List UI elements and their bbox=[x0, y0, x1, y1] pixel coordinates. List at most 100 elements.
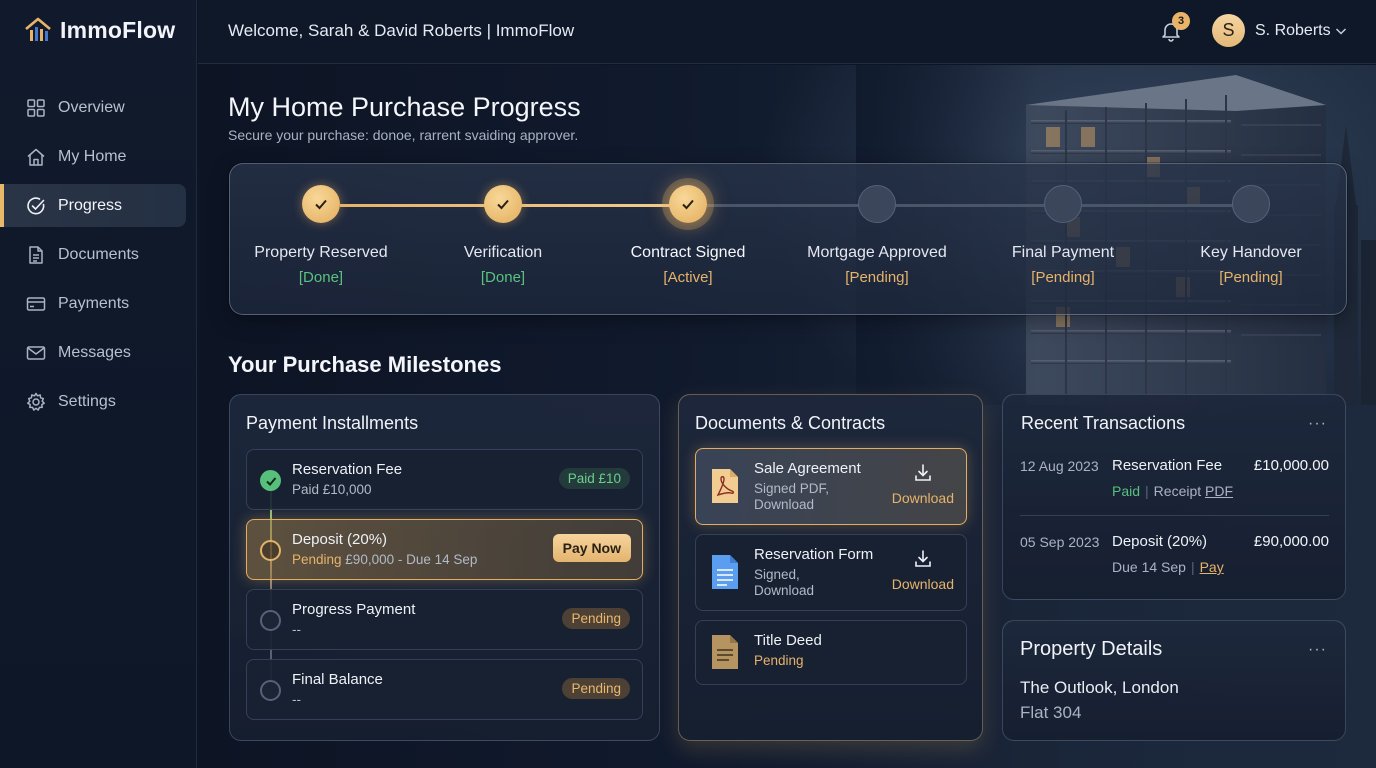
app-name: ImmoFlow bbox=[60, 16, 176, 43]
payment-detail: Pending £90,000 - Due 14 Sep bbox=[292, 552, 478, 567]
sidebar-item-label: Settings bbox=[58, 392, 116, 410]
sidebar-item-messages[interactable]: Messages bbox=[0, 331, 186, 374]
transaction-meta: Due 14 Sep | Pay bbox=[1112, 559, 1224, 575]
receipt-pdf-link[interactable]: PDF bbox=[1205, 483, 1233, 499]
gear-icon bbox=[27, 392, 45, 411]
user-name[interactable]: S. Roberts bbox=[1255, 22, 1331, 40]
sidebar-item-label: Documents bbox=[58, 245, 139, 263]
transaction-name: Reservation Fee bbox=[1112, 457, 1223, 474]
check-icon bbox=[265, 476, 276, 486]
pay-now-button[interactable]: Pay Now bbox=[552, 534, 631, 562]
payment-name: Deposit (20%) bbox=[292, 531, 388, 548]
page-title: My Home Purchase Progress bbox=[228, 92, 581, 122]
download-icon bbox=[915, 464, 931, 481]
sidebar: ImmoFlow Overview My Home Progress Docum… bbox=[0, 0, 197, 768]
download-button[interactable]: Download bbox=[892, 463, 954, 506]
step-connector-pending bbox=[688, 204, 1250, 207]
progress-stepper: Property Reserved [Done] Verification [D… bbox=[229, 163, 1347, 315]
step-status: [Done] bbox=[298, 269, 344, 286]
page-subtitle: Secure your purchase: donoe, rarrent sva… bbox=[228, 127, 579, 143]
check-icon bbox=[315, 199, 327, 210]
sidebar-item-progress[interactable]: Progress bbox=[0, 184, 186, 227]
step-dot bbox=[1044, 185, 1082, 223]
chevron-down-icon[interactable] bbox=[1334, 24, 1348, 38]
step-dot bbox=[302, 185, 340, 223]
step-label: Key Handover bbox=[1200, 244, 1302, 261]
welcome-text: Welcome, Sarah & David Roberts | ImmoFlo… bbox=[228, 21, 575, 40]
payment-detail: -- bbox=[292, 692, 301, 707]
payment-installments-card: Payment Installments Reservation Fee Pai… bbox=[229, 394, 660, 741]
document-row-reservation-form[interactable]: Reservation Form Signed, Download Downloa… bbox=[695, 534, 967, 611]
property-unit: Flat 304 bbox=[1020, 703, 1082, 722]
deed-file-icon bbox=[712, 635, 738, 669]
status-dot bbox=[260, 470, 281, 491]
sidebar-item-documents[interactable]: Documents bbox=[0, 233, 186, 276]
credit-card-icon bbox=[26, 296, 46, 311]
document-status: Pending bbox=[754, 653, 804, 668]
more-options-icon[interactable]: ··· bbox=[1308, 415, 1327, 433]
transaction-amount: £90,000.00 bbox=[1253, 533, 1329, 550]
text-file-icon bbox=[712, 555, 738, 589]
avatar[interactable]: S bbox=[1212, 14, 1245, 47]
payment-row-deposit[interactable]: Deposit (20%) Pending £90,000 - Due 14 S… bbox=[246, 519, 643, 580]
payment-name: Reservation Fee bbox=[292, 461, 403, 478]
step-label: Contract Signed bbox=[630, 244, 746, 261]
sidebar-item-label: Overview bbox=[58, 98, 125, 116]
payment-row-reservation-fee[interactable]: Reservation Fee Paid £10,000 Paid £10 bbox=[246, 449, 643, 510]
sidebar-item-my-home[interactable]: My Home bbox=[0, 135, 186, 178]
card-title: Payment Installments bbox=[246, 413, 419, 433]
payment-row-final-balance[interactable]: Final Balance -- Pending bbox=[246, 659, 643, 720]
step-dot bbox=[484, 185, 522, 223]
step-status: [Pending] bbox=[845, 269, 909, 286]
download-button[interactable]: Download bbox=[892, 549, 954, 592]
step-status: [Pending] bbox=[1031, 269, 1095, 286]
step-label: Verification bbox=[463, 244, 543, 261]
status-dot bbox=[260, 540, 281, 561]
check-icon bbox=[497, 199, 509, 210]
status-dot bbox=[260, 610, 281, 631]
main-content: My Home Purchase Progress Secure your pu… bbox=[198, 65, 1376, 768]
transaction-meta: Paid | Receipt PDF bbox=[1112, 483, 1234, 499]
recent-transactions-card: Recent Transactions ··· 12 Aug 2023 Rese… bbox=[1002, 394, 1346, 600]
status-badge: Pending bbox=[562, 608, 630, 629]
payment-name: Final Balance bbox=[292, 671, 383, 688]
more-options-icon[interactable]: ··· bbox=[1308, 641, 1327, 659]
brand[interactable]: ImmoFlow bbox=[24, 16, 175, 44]
card-title: Property Details bbox=[1020, 638, 1163, 660]
section-title: Your Purchase Milestones bbox=[228, 352, 502, 377]
document-name: Reservation Form bbox=[754, 546, 874, 563]
step-dot bbox=[858, 185, 896, 223]
document-row-sale-agreement[interactable]: Sale Agreement Signed PDF, Download Downl… bbox=[695, 448, 967, 525]
step-dot bbox=[669, 185, 707, 223]
sidebar-item-payments[interactable]: Payments bbox=[0, 282, 186, 325]
document-row-title-deed[interactable]: Title Deed Pending bbox=[695, 620, 967, 685]
sidebar-item-settings[interactable]: Settings bbox=[0, 380, 186, 423]
status-badge: Pending bbox=[562, 678, 630, 699]
payment-row-progress-payment[interactable]: Progress Payment -- Pending bbox=[246, 589, 643, 650]
step-status: [Active] bbox=[663, 269, 713, 286]
status-badge: Paid £10 bbox=[558, 468, 630, 489]
pay-link[interactable]: Pay bbox=[1200, 559, 1224, 575]
step-status: [Done] bbox=[480, 269, 526, 286]
transaction-status: Paid bbox=[1112, 483, 1141, 499]
document-name: Sale Agreement bbox=[754, 460, 861, 477]
property-details-card: Property Details ··· The Outlook, London… bbox=[1002, 620, 1346, 741]
transaction-name: Deposit (20%) bbox=[1112, 533, 1208, 550]
transaction-date: 05 Sep 2023 bbox=[1020, 534, 1100, 550]
card-title: Recent Transactions bbox=[1021, 413, 1186, 433]
sidebar-item-overview[interactable]: Overview bbox=[0, 86, 186, 129]
sidebar-item-label: My Home bbox=[58, 147, 127, 165]
download-icon bbox=[915, 550, 931, 567]
step-dot bbox=[1232, 185, 1270, 223]
step-label: Mortgage Approved bbox=[807, 244, 947, 261]
property-name: The Outlook, London bbox=[1020, 678, 1179, 697]
payment-detail: -- bbox=[292, 622, 301, 637]
step-status: [Pending] bbox=[1219, 269, 1283, 286]
payment-detail: Paid £10,000 bbox=[292, 482, 372, 497]
progress-check-icon bbox=[27, 196, 45, 214]
transaction-date: 12 Aug 2023 bbox=[1020, 458, 1099, 474]
top-bar: Welcome, Sarah & David Roberts | ImmoFlo… bbox=[198, 0, 1376, 64]
grid-icon bbox=[27, 98, 45, 117]
home-icon bbox=[27, 148, 45, 166]
step-label: Final Payment bbox=[1011, 244, 1115, 261]
